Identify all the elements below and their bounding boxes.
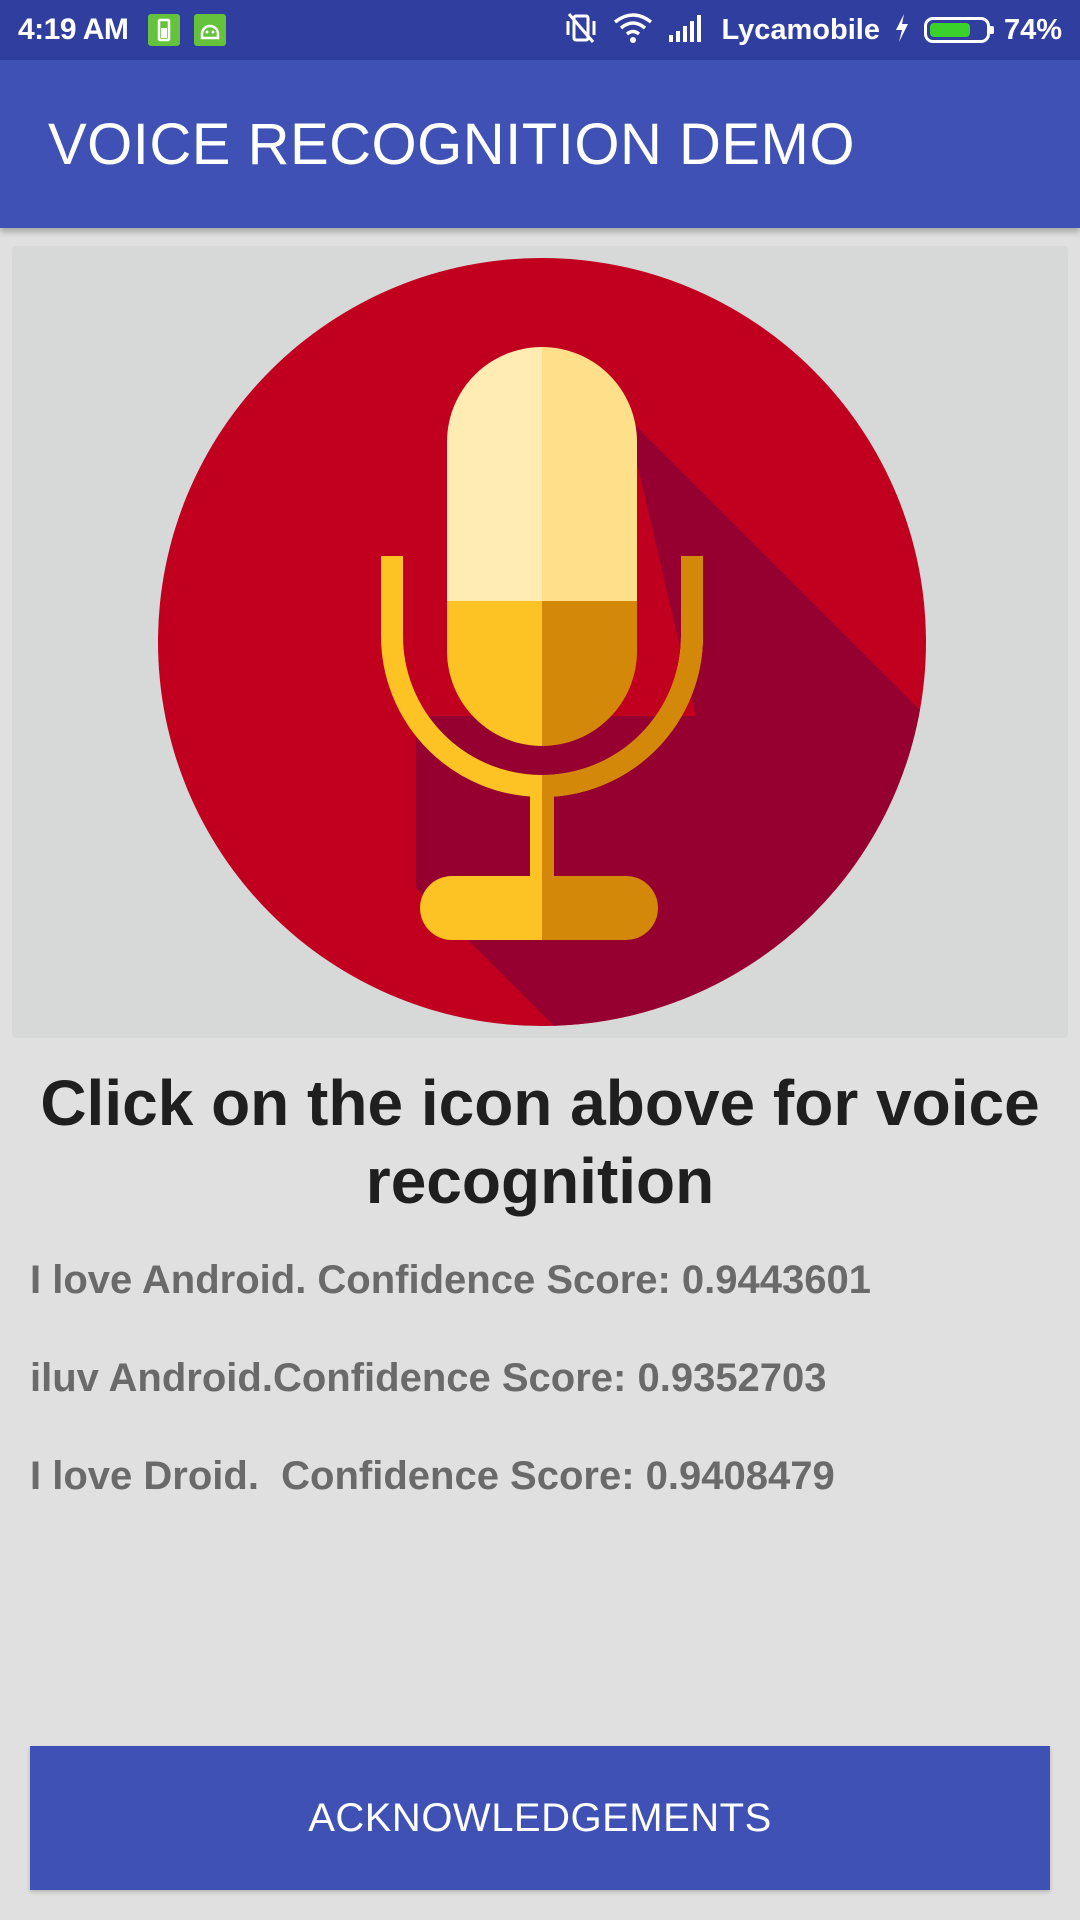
result-item: I love Droid. Confidence Score: 0.940847… bbox=[30, 1454, 835, 1498]
acknowledgements-button[interactable]: ACKNOWLEDGEMENTS bbox=[30, 1746, 1050, 1890]
microphone-icon[interactable] bbox=[156, 256, 928, 1028]
app-title: VOICE RECOGNITION DEMO bbox=[48, 111, 855, 177]
battery-level bbox=[929, 23, 970, 37]
battery-notification-icon bbox=[148, 14, 181, 46]
mic-image-panel[interactable] bbox=[12, 246, 1068, 1038]
wifi-icon bbox=[613, 12, 653, 49]
battery-icon bbox=[923, 17, 994, 43]
charging-icon bbox=[894, 13, 910, 48]
screen: 4:19 AM Lycamobile 74% VOICE RECOGNITION… bbox=[0, 0, 1080, 1920]
status-right: Lycamobile 74% bbox=[563, 11, 1062, 50]
app-bar: VOICE RECOGNITION DEMO bbox=[0, 60, 1080, 228]
carrier-name: Lycamobile bbox=[721, 13, 880, 46]
signal-icon bbox=[667, 13, 707, 48]
result-item: iluv Android.Confidence Score: 0.9352703 bbox=[30, 1356, 827, 1400]
battery-percent: 74% bbox=[1003, 13, 1062, 46]
status-time: 4:19 AM bbox=[18, 13, 129, 46]
result-item: I love Android. Confidence Score: 0.9443… bbox=[30, 1258, 872, 1302]
status-bar: 4:19 AM Lycamobile 74% bbox=[0, 0, 1080, 60]
android-notification-icon bbox=[194, 14, 227, 46]
instruction-text: Click on the icon above for voice recogn… bbox=[40, 1067, 1040, 1217]
vibrate-off-icon bbox=[563, 11, 599, 50]
